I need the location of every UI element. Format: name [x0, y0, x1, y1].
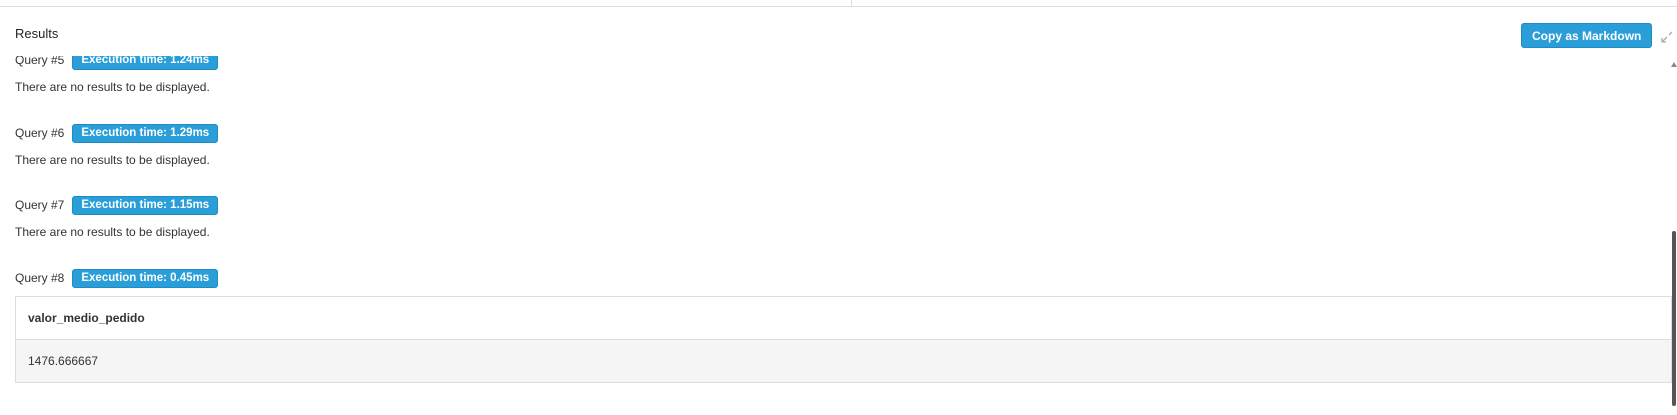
- no-results-message: There are no results to be displayed.: [15, 80, 210, 94]
- collapse-arrows-icon[interactable]: [1660, 30, 1674, 44]
- query-header: Query #8 Execution time: 0.45ms: [15, 268, 219, 288]
- results-scroll-area[interactable]: Query #5 Execution time: 1.24ms There ar…: [0, 56, 1677, 415]
- scroll-up-arrow-icon[interactable]: [1671, 62, 1677, 67]
- query-label: Query #6: [15, 126, 65, 140]
- query-header: Query #6 Execution time: 1.29ms: [15, 123, 219, 143]
- no-results-message: There are no results to be displayed.: [15, 225, 210, 239]
- no-results-message: There are no results to be displayed.: [15, 153, 210, 167]
- results-table: valor_medio_pedido 1476.666667: [15, 296, 1672, 383]
- column-header: valor_medio_pedido: [15, 296, 1672, 340]
- copy-as-markdown-button[interactable]: Copy as Markdown: [1521, 23, 1653, 48]
- execution-time-badge: Execution time: 1.24ms: [72, 56, 219, 70]
- editor-panels-bottom-edge: [0, 0, 1677, 7]
- execution-time-badge: Execution time: 0.45ms: [72, 268, 219, 288]
- table-header-row: valor_medio_pedido: [15, 296, 1672, 340]
- panel-divider[interactable]: [851, 0, 852, 7]
- query-header: Query #7 Execution time: 1.15ms: [15, 195, 219, 215]
- query-label: Query #7: [15, 198, 65, 212]
- table-cell: 1476.666667: [15, 339, 1672, 383]
- vertical-scrollbar[interactable]: [1671, 56, 1677, 415]
- query-label: Query #5: [15, 56, 65, 67]
- results-title: Results: [15, 26, 59, 41]
- execution-time-badge: Execution time: 1.15ms: [72, 195, 219, 215]
- execution-time-badge: Execution time: 1.29ms: [72, 123, 219, 143]
- scrollbar-thumb[interactable]: [1672, 231, 1676, 406]
- table-row: 1476.666667: [15, 339, 1672, 383]
- query-header: Query #5 Execution time: 1.24ms: [15, 56, 219, 70]
- query-label: Query #8: [15, 271, 65, 285]
